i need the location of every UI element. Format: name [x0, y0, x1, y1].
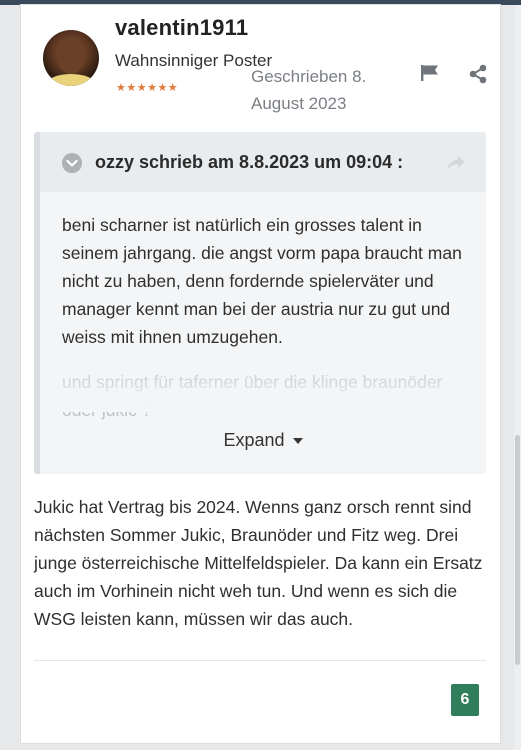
expand-label: Expand — [223, 430, 285, 450]
quote-header: ozzy schrieb am 8.8.2023 um 09:04 : — [40, 132, 486, 192]
post-date[interactable]: Geschrieben 8. August 2023 — [251, 63, 401, 117]
quote-block: ozzy schrieb am 8.8.2023 um 09:04 : beni… — [34, 132, 486, 474]
author-username[interactable]: valentin1911 — [115, 15, 248, 41]
avatar-shirt — [47, 74, 95, 86]
post-divider — [34, 660, 486, 661]
post-body-text: Jukic hat Vertrag bis 2024. Wenns ganz o… — [34, 497, 483, 629]
quote-paragraph: beni scharner ist natürlich ein grosses … — [62, 215, 462, 347]
rank-stars: ★★★★★★ — [116, 82, 179, 94]
author-avatar[interactable] — [43, 30, 99, 86]
author-rank: Wahnsinniger Poster — [115, 51, 273, 70]
share-icon[interactable] — [468, 64, 488, 84]
quote-author-line: ozzy schrieb am 8.8.2023 um 09:04 : — [95, 152, 404, 172]
quote-fade-overlay — [40, 362, 486, 412]
caret-down-icon — [292, 438, 303, 445]
scrollbar[interactable] — [514, 5, 521, 750]
avatar-face — [57, 40, 85, 74]
reaction-count-badge[interactable]: 6 — [451, 684, 479, 716]
flag-icon[interactable] — [420, 64, 440, 82]
quote-text: beni scharner ist natürlich ein grosses … — [62, 211, 472, 351]
share-arrow-icon[interactable] — [445, 154, 467, 172]
scrollbar-thumb[interactable] — [515, 435, 520, 665]
chevron-down-circle-icon[interactable] — [62, 153, 82, 173]
expand-button[interactable]: Expand — [40, 430, 486, 451]
